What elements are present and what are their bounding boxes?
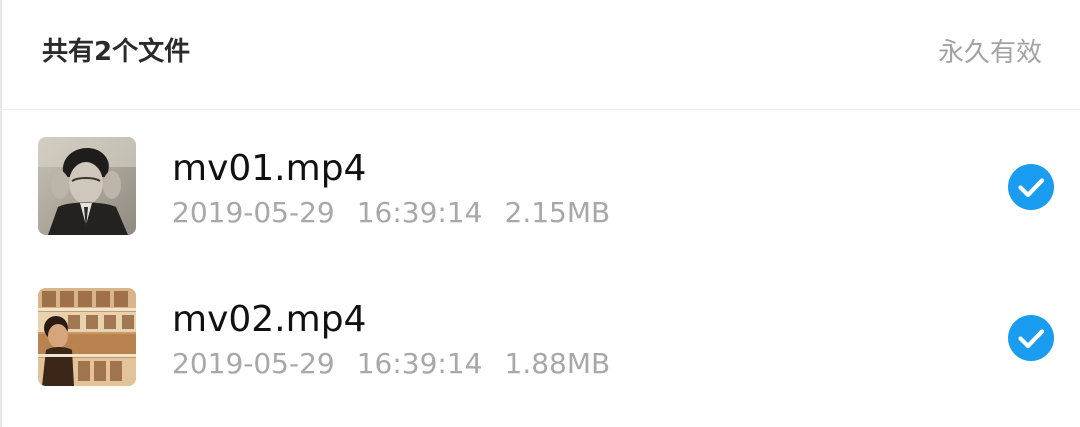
check-icon[interactable] [1008,315,1054,361]
check-icon[interactable] [1008,164,1054,210]
file-time: 16:39:14 [356,347,483,380]
file-date: 2019-05-29 [172,196,335,229]
file-time: 16:39:14 [356,196,483,229]
file-meta: 2019-05-29 16:39:14 1.88MB [172,345,610,383]
validity-label[interactable]: 永久有效 [938,35,1042,71]
file-row[interactable]: mv01.mp4 2019-05-29 16:39:14 2.15MB [2,112,1080,262]
file-meta: 2019-05-29 16:39:14 2.15MB [172,194,610,232]
file-count-title: 共有2个文件 [42,37,191,67]
file-size: 1.88MB [504,347,611,380]
video-thumbnail [38,288,136,386]
file-share-panel: 共有2个文件 永久有效 mv01.mp4 2019-05-29 16:39:14… [0,0,1080,427]
file-row[interactable]: mv02.mp4 2019-05-29 16:39:14 1.88MB [2,263,1080,413]
panel-header: 共有2个文件 永久有效 [2,0,1080,110]
file-name: mv01.mp4 [172,148,367,189]
file-date: 2019-05-29 [172,347,335,380]
file-size: 2.15MB [504,196,611,229]
video-thumbnail [38,137,136,235]
file-name: mv02.mp4 [172,299,367,340]
